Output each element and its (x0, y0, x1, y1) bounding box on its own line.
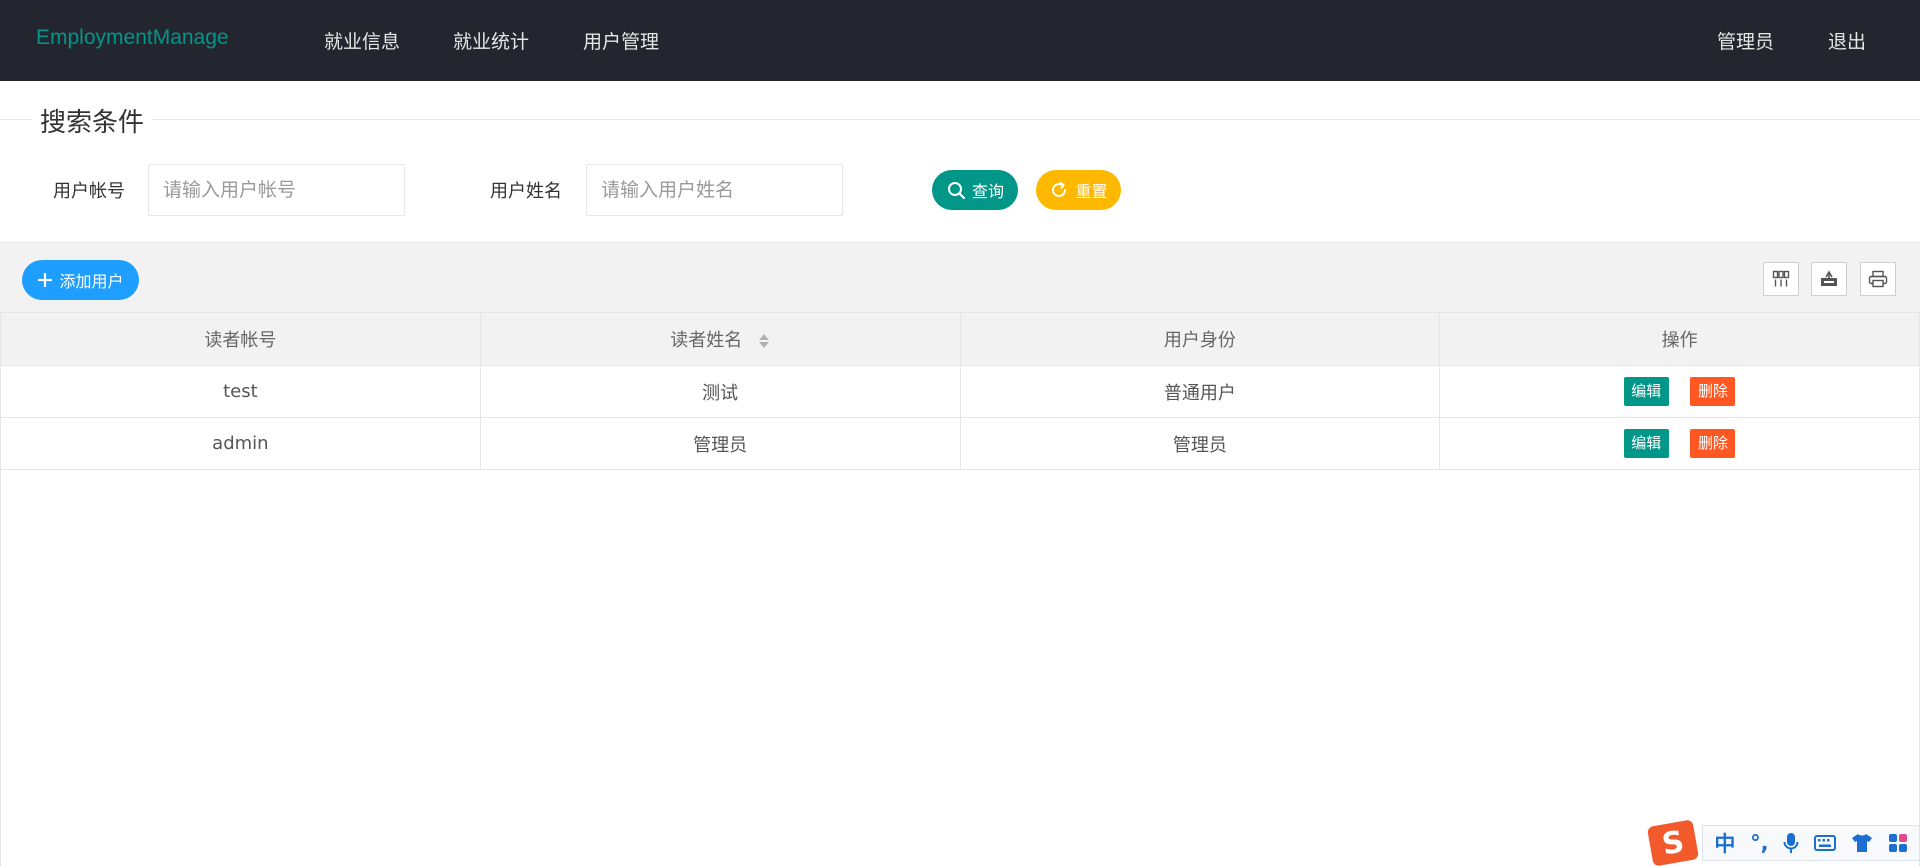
nav-user-management[interactable]: 用户管理 (583, 27, 659, 54)
name-input[interactable] (586, 164, 843, 216)
skin-shirt-icon[interactable] (1851, 833, 1873, 853)
columns-icon (1772, 270, 1790, 287)
ime-bar: 中 °, (1702, 825, 1920, 861)
cell-account: admin (0, 417, 481, 470)
sogou-logo-icon[interactable]: S (1646, 819, 1700, 866)
ime-punctuation-toggle[interactable]: °, (1750, 831, 1768, 855)
columns-filter-button[interactable] (1763, 262, 1799, 296)
nav-employment-info[interactable]: 就业信息 (324, 27, 400, 54)
column-header-name[interactable]: 读者姓名 (479, 312, 961, 366)
nav-logout[interactable]: 退出 (1828, 27, 1866, 54)
reset-button-label: 重置 (1075, 182, 1108, 201)
ime-toolbar: S 中 °, (1646, 819, 1920, 866)
ime-mode-toggle[interactable]: 中 (1714, 828, 1735, 858)
search-icon (947, 182, 966, 200)
brand-logo[interactable]: EmploymentManage (36, 26, 229, 50)
table-header-row: 读者帐号 读者姓名 用户身份 操作 (0, 312, 1920, 366)
name-label: 用户姓名 (490, 181, 562, 202)
cell-name: 管理员 (479, 417, 961, 470)
table-row: test 测试 普通用户 编辑 删除 (0, 365, 1920, 418)
account-input[interactable] (148, 164, 405, 216)
sort-icon[interactable] (758, 333, 770, 349)
users-table: 读者帐号 读者姓名 用户身份 操作 test 测试 普通用户 编辑 删除 adm… (0, 312, 1920, 470)
toolbox-grid-icon[interactable] (1888, 833, 1908, 853)
table-toolbar: 添加用户 (0, 242, 1920, 312)
account-label: 用户帐号 (53, 181, 125, 202)
export-icon (1821, 270, 1837, 286)
export-button[interactable] (1811, 262, 1847, 296)
cell-role: 普通用户 (959, 365, 1441, 418)
cell-name: 测试 (479, 365, 961, 418)
column-header-role[interactable]: 用户身份 (959, 312, 1441, 366)
fieldset-border (0, 119, 1920, 120)
delete-button[interactable]: 删除 (1690, 377, 1736, 406)
cell-actions: 编辑 删除 (1439, 365, 1920, 418)
refresh-icon (1052, 182, 1067, 198)
cell-account: test (0, 365, 481, 418)
column-header-actions: 操作 (1439, 312, 1920, 366)
column-header-account[interactable]: 读者帐号 (0, 312, 481, 366)
keyboard-icon[interactable] (1814, 835, 1837, 851)
cell-actions: 编辑 删除 (1439, 417, 1920, 470)
print-button[interactable] (1860, 262, 1896, 296)
printer-icon (1868, 270, 1888, 288)
edit-button[interactable]: 编辑 (1623, 429, 1669, 458)
plus-icon (38, 273, 53, 287)
nav-employment-stats[interactable]: 就业统计 (453, 27, 529, 54)
table-row: admin 管理员 管理员 编辑 删除 (0, 417, 1920, 470)
table-body-border-left (0, 470, 1, 866)
cell-role: 管理员 (959, 417, 1441, 470)
reset-button[interactable]: 重置 (1036, 170, 1121, 210)
delete-button[interactable]: 删除 (1690, 429, 1736, 458)
add-user-label: 添加用户 (59, 272, 124, 291)
microphone-icon[interactable] (1783, 832, 1799, 854)
search-legend: 搜索条件 (32, 102, 153, 139)
query-button[interactable]: 查询 (932, 170, 1018, 210)
add-user-button[interactable]: 添加用户 (22, 260, 139, 300)
nav-admin-user[interactable]: 管理员 (1717, 27, 1774, 54)
top-navbar: EmploymentManage 就业信息 就业统计 用户管理 管理员 退出 (0, 0, 1920, 81)
edit-button[interactable]: 编辑 (1623, 377, 1669, 406)
query-button-label: 查询 (971, 182, 1004, 201)
